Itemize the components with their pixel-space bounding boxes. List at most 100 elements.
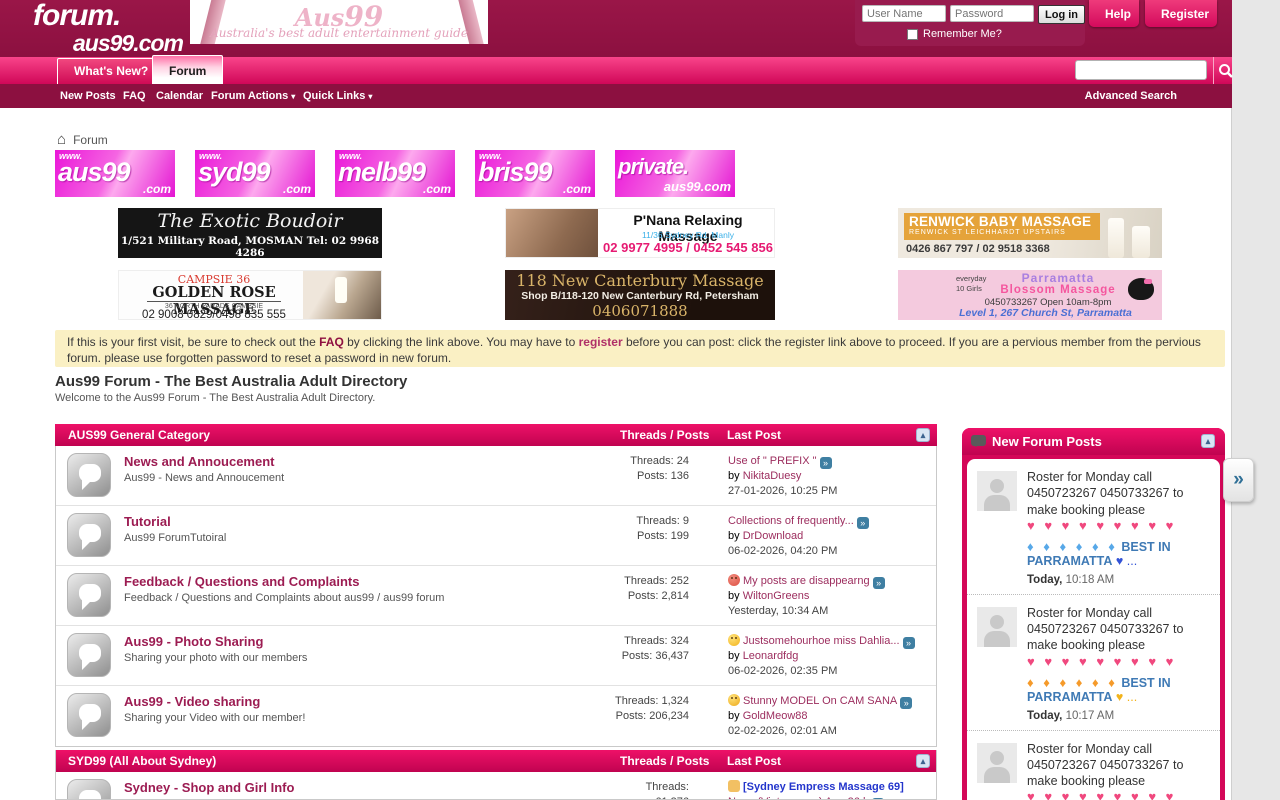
- site-banner-row: www. aus99 .com www. syd99 .com www. mel…: [55, 150, 735, 197]
- last-post: Use of " PREFIX "» by NikitaDuesy 27-01-…: [728, 454, 928, 499]
- banner-tagline: Australia's best adult entertainment gui…: [190, 26, 488, 40]
- last-post-link[interactable]: My posts are disappearng: [743, 575, 870, 587]
- forum-stats: Threads:61,376: [586, 780, 689, 800]
- nav-calendar[interactable]: Calendar: [156, 90, 203, 102]
- smiley-icon: [728, 634, 740, 646]
- nav-faq[interactable]: FAQ: [123, 90, 146, 102]
- forum-row: Sydney - Shop and Girl Info Talk about S…: [56, 772, 936, 800]
- remember-me-checkbox[interactable]: [907, 29, 918, 40]
- home-icon[interactable]: ⌂: [57, 131, 66, 148]
- collapse-button[interactable]: ▴: [916, 754, 930, 768]
- last-post-user[interactable]: DrDownload: [743, 530, 804, 542]
- goto-last-post-icon[interactable]: »: [820, 457, 832, 469]
- goto-last-post-icon[interactable]: »: [873, 577, 885, 589]
- last-post-link[interactable]: Use of " PREFIX ": [728, 455, 817, 467]
- category-table-syd99: SYD99 (All About Sydney) Threads / Posts…: [55, 750, 937, 800]
- column-threads-posts: Threads / Posts: [620, 754, 709, 768]
- list-item[interactable]: Roster for Monday call 0450723267 045073…: [967, 595, 1220, 731]
- forum-link[interactable]: Feedback / Questions and Complaints: [124, 574, 360, 589]
- tab-whats-new[interactable]: What's New?: [57, 58, 165, 84]
- help-button[interactable]: Help: [1089, 0, 1139, 27]
- collapse-button[interactable]: ▴: [1201, 434, 1215, 448]
- last-post-link[interactable]: Collections of frequently...: [728, 515, 854, 527]
- last-post-link[interactable]: Nana (Vietnamese) Age 26 h: [728, 796, 869, 800]
- breadcrumb-label[interactable]: Forum: [73, 133, 108, 147]
- thumbs-up-icon: [728, 780, 740, 792]
- ad-blossom-massage[interactable]: everyday 10 Girls Parramatta Blossom Mas…: [898, 270, 1162, 320]
- ad-canterbury-massage[interactable]: 118 New Canterbury Massage Shop B/118-12…: [505, 270, 775, 320]
- banner-syd99[interactable]: www. syd99 .com: [195, 150, 315, 197]
- site-logo[interactable]: forum. aus99.com: [33, 1, 183, 55]
- logo-line1: forum.: [33, 1, 183, 31]
- faq-link[interactable]: FAQ: [319, 335, 344, 349]
- forum-link[interactable]: Tutorial: [124, 514, 171, 529]
- forum-stats: Threads: 1,324Posts: 206,234: [586, 694, 689, 724]
- nav-forum-actions[interactable]: Forum Actions▾: [211, 90, 295, 102]
- last-post-user[interactable]: WiltonGreens: [743, 590, 810, 602]
- blossom-logo: [1128, 278, 1154, 300]
- register-link[interactable]: register: [579, 335, 623, 349]
- forum-link[interactable]: Aus99 - Photo Sharing: [124, 634, 263, 649]
- hearts-emoji-row: ♥ ♥ ♥ ♥ ♥ ♥ ♥ ♥ ♥: [1027, 654, 1212, 669]
- forum-link[interactable]: Aus99 - Video sharing: [124, 694, 260, 709]
- forum-link[interactable]: News and Annoucement: [124, 454, 274, 469]
- ad-exotic-boudoir[interactable]: The Exotic Boudoir 1/521 Military Road, …: [118, 208, 382, 258]
- goto-last-post-icon[interactable]: »: [903, 637, 915, 649]
- ad-golden-rose-massage[interactable]: CAMPSIE 36 GOLDEN ROSE MASSAGE 36 NORTH …: [118, 270, 382, 320]
- forum-link[interactable]: Sydney - Shop and Girl Info: [124, 780, 294, 795]
- forum-icon: [67, 513, 111, 557]
- category-title[interactable]: AUS99 General Category: [68, 428, 210, 442]
- column-last-post: Last Post: [727, 428, 781, 442]
- ad-photo: [506, 209, 598, 258]
- diamond-emoji-row: ♦ ♦ ♦ ♦ ♦ ♦: [1027, 539, 1118, 554]
- chevron-down-icon: ▾: [291, 92, 295, 101]
- search-button[interactable]: [1218, 61, 1238, 81]
- tab-forum[interactable]: Forum: [152, 55, 223, 84]
- search-input[interactable]: [1075, 60, 1207, 80]
- list-item[interactable]: Roster for Monday call 0450723267 045073…: [967, 459, 1220, 595]
- forum-stats: Threads: 324Posts: 36,437: [586, 634, 689, 664]
- category-header: AUS99 General Category Threads / Posts L…: [55, 424, 937, 446]
- goto-last-post-icon[interactable]: »: [857, 517, 869, 529]
- goto-last-post-icon[interactable]: »: [900, 697, 912, 709]
- category-title[interactable]: SYD99 (All About Sydney): [68, 754, 216, 768]
- ad-renwick-massage[interactable]: RENWICK BABY MASSAGE RENWICK ST LEICHHAR…: [898, 208, 1162, 258]
- candle-graphic: [1108, 218, 1124, 258]
- password-input[interactable]: [950, 5, 1034, 22]
- heart-icon: ♥ ...: [1116, 690, 1137, 704]
- last-post-user[interactable]: Leonardfdg: [743, 650, 799, 662]
- last-post-user[interactable]: NikitaDuesy: [743, 470, 802, 482]
- collapse-button[interactable]: ▴: [916, 428, 930, 442]
- last-post-link[interactable]: Justsomehourhoe miss Dahlia...: [743, 635, 900, 647]
- sidebar-toggle-button[interactable]: »: [1223, 458, 1254, 502]
- ad-pnana-massage[interactable]: P'Nana Relaxing Massage 11/36 Sydney Rd.…: [505, 208, 775, 258]
- last-post-user[interactable]: GoldMeow88: [743, 710, 808, 722]
- ad-photo: [303, 271, 381, 320]
- chevron-down-icon: ▾: [368, 92, 372, 101]
- nav-quick-links[interactable]: Quick Links▾: [303, 90, 372, 102]
- forum-stats: Threads: 24Posts: 136: [586, 454, 689, 484]
- last-post: [Sydney Empress Massage 69] Nana (Vietna…: [728, 780, 928, 800]
- logo-line2: aus99.com: [73, 32, 183, 55]
- banner-private-aus99[interactable]: private. aus99.com: [615, 150, 735, 197]
- banner-melb99[interactable]: www. melb99 .com: [335, 150, 455, 197]
- forum-stats: Threads: 9Posts: 199: [586, 514, 689, 544]
- category-header: SYD99 (All About Sydney) Threads / Posts…: [55, 750, 937, 772]
- nav-advanced-search[interactable]: Advanced Search: [1085, 90, 1177, 102]
- header-banner-ad[interactable]: Aus99 Australia's best adult entertainme…: [190, 0, 488, 44]
- candle-graphic: [1132, 226, 1150, 258]
- smiley-icon: [728, 694, 740, 706]
- banner-aus99[interactable]: www. aus99 .com: [55, 150, 175, 197]
- page-subtitle: Welcome to the Aus99 Forum - The Best Au…: [55, 392, 375, 404]
- banner-bris99[interactable]: www. bris99 .com: [475, 150, 595, 197]
- first-visit-notice: If this is your first visit, be sure to …: [55, 330, 1225, 367]
- login-button[interactable]: Log in: [1038, 5, 1085, 24]
- nav-new-posts[interactable]: New Posts: [60, 90, 116, 102]
- username-input[interactable]: [862, 5, 946, 22]
- register-button[interactable]: Register: [1145, 0, 1217, 27]
- list-item[interactable]: Roster for Monday call 0450723267 045073…: [967, 731, 1220, 800]
- angry-face-icon: [728, 574, 740, 586]
- sidebar-header: New Forum Posts ▴: [962, 428, 1225, 455]
- last-post-link[interactable]: Stunny MODEL On CAM SANA: [743, 695, 897, 707]
- last-post-link[interactable]: [Sydney Empress Massage 69]: [743, 781, 904, 793]
